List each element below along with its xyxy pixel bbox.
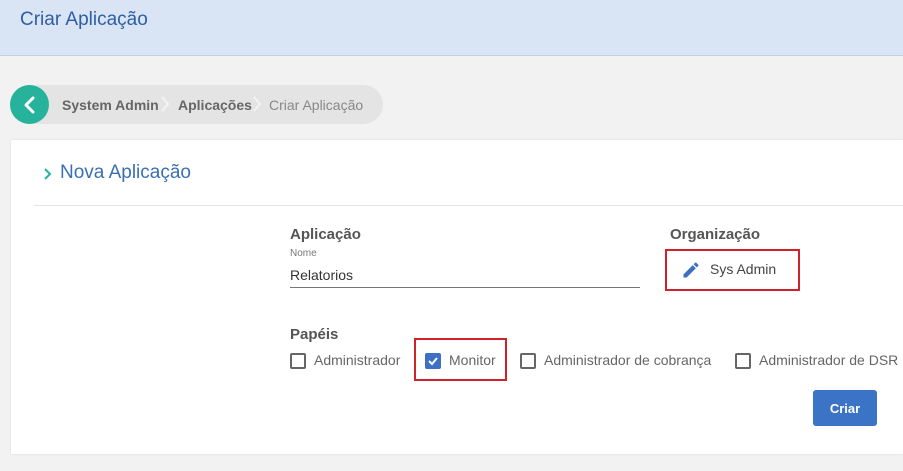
back-button[interactable] <box>10 85 49 124</box>
role-label-administrador-dsr[interactable]: Administrador de DSR <box>759 352 898 368</box>
checkmark-icon <box>428 357 438 366</box>
organization-name[interactable]: Sys Admin <box>710 261 776 277</box>
breadcrumb-item-system-admin[interactable]: System Admin <box>62 97 159 113</box>
pencil-icon[interactable] <box>681 260 701 280</box>
chevron-right-icon <box>161 96 170 112</box>
chevron-right-icon <box>253 96 262 112</box>
page-header: Criar Aplicação <box>0 0 903 56</box>
role-checkbox-administrador-cobranca[interactable] <box>520 353 536 369</box>
role-label-administrador-cobranca[interactable]: Administrador de cobrança <box>544 352 711 368</box>
criar-button[interactable]: Criar <box>813 390 877 426</box>
chevron-right-icon <box>44 168 52 180</box>
role-checkbox-administrador[interactable] <box>290 353 306 369</box>
aplicacao-label: Aplicação <box>290 226 361 243</box>
breadcrumb: System Admin Aplicações Criar Aplicação <box>10 85 383 124</box>
role-label-monitor[interactable]: Monitor <box>449 352 496 368</box>
page-title: Criar Aplicação <box>20 9 148 30</box>
organizacao-label: Organização <box>670 226 761 243</box>
role-checkbox-administrador-dsr[interactable] <box>735 353 751 369</box>
breadcrumb-item-aplicacoes[interactable]: Aplicações <box>178 97 252 113</box>
breadcrumb-item-criar-aplicacao: Criar Aplicação <box>269 97 364 113</box>
role-checkbox-monitor[interactable] <box>425 353 441 369</box>
name-field-label: Nome <box>290 248 317 259</box>
divider <box>34 205 903 206</box>
chevron-left-icon <box>24 96 34 113</box>
form-card <box>11 140 903 454</box>
papeis-label: Papéis <box>290 326 339 343</box>
name-input[interactable] <box>290 262 640 288</box>
role-label-administrador[interactable]: Administrador <box>314 352 400 368</box>
section-title: Nova Aplicação <box>60 162 191 183</box>
